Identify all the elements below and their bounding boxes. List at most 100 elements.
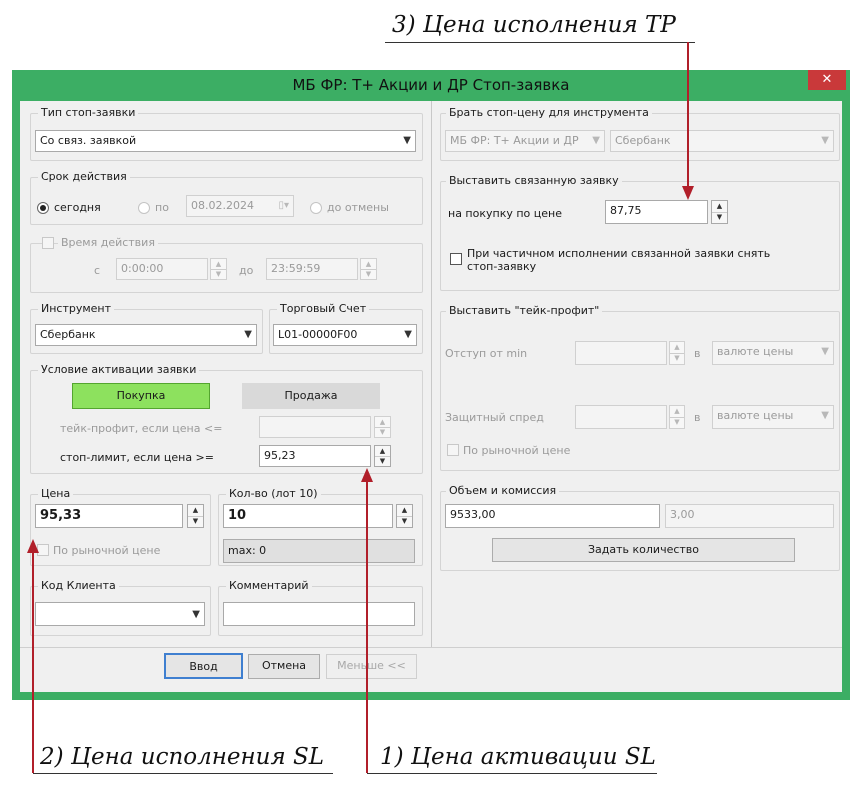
tp-offset-in-label: в [694, 347, 701, 360]
annotation-sl-activation-price: 1) Цена активации SL [380, 744, 656, 770]
chevron-down-icon: ▼ [821, 410, 829, 421]
enter-button[interactable]: Ввод [164, 653, 243, 679]
radio-until-cancel-label: до отмены [327, 201, 389, 214]
price-spinner[interactable]: ▲ ▼ [187, 504, 204, 528]
activation-label: Условие активации заявки [38, 363, 200, 376]
time-label: Время действия [58, 236, 158, 249]
annotation-sl-exec-price: 2) Цена исполнения SL [40, 744, 325, 770]
chevron-down-icon: ▼ [192, 609, 200, 620]
tp-condition-label: тейк-профит, если цена <= [60, 422, 223, 435]
radio-until-cancel[interactable] [310, 202, 322, 214]
time-to-spinner[interactable]: ▲ ▼ [360, 258, 377, 280]
radio-today[interactable] [37, 202, 49, 214]
time-to-input[interactable]: 23:59:59 [266, 258, 358, 280]
time-from-spinner[interactable]: ▲ ▼ [210, 258, 227, 280]
tp-spread-unit-value: валюте цены [717, 409, 794, 422]
time-from-input[interactable]: 0:00:00 [116, 258, 208, 280]
order-type-label: Тип стоп-заявки [38, 106, 139, 119]
account-value: L01-00000F00 [278, 328, 358, 341]
quantity-spinner[interactable]: ▲ ▼ [396, 504, 413, 528]
price-input[interactable]: 95,33 [35, 504, 183, 528]
account-select[interactable]: L01-00000F00 ▼ [273, 324, 417, 346]
chevron-down-icon: ▼ [244, 329, 252, 340]
comment-input[interactable] [223, 602, 415, 626]
tp-condition-spinner[interactable]: ▲ ▼ [374, 416, 391, 438]
group-linked-order [440, 181, 840, 291]
instrument-select[interactable]: Сбербанк ▼ [35, 324, 257, 346]
tp-spread-label: Защитный спред [445, 411, 544, 424]
linked-buy-label: на покупку по цене [448, 207, 562, 220]
date-value: 08.02.2024 [191, 199, 254, 212]
partial-cancel-label: При частичном исполнении связанной заявк… [467, 247, 771, 273]
max-quantity-button[interactable]: max: 0 [223, 539, 415, 563]
price-market-checkbox[interactable] [37, 544, 49, 556]
annotation-sl-act-underline [367, 773, 657, 774]
tp-spread-unit-select[interactable]: валюте цены ▼ [712, 405, 834, 429]
tp-market-label: По рыночной цене [463, 444, 571, 457]
instrument-label: Инструмент [38, 302, 115, 315]
account-label: Торговый Счет [277, 302, 370, 315]
close-button[interactable]: ✕ [808, 70, 846, 90]
stop-source-label: Брать стоп-цену для инструмента [446, 106, 652, 119]
quantity-input[interactable]: 10 [223, 504, 393, 528]
chevron-down-icon: ▼ [403, 135, 411, 146]
cancel-button[interactable]: Отмена [248, 654, 320, 679]
linked-price-spinner[interactable]: ▲ ▼ [711, 200, 728, 224]
tp-spread-in-label: в [694, 411, 701, 424]
sl-condition-label: стоп-лимит, если цена >= [60, 451, 214, 464]
tp-spread-spinner[interactable]: ▲ ▼ [669, 405, 685, 429]
time-from-label: с [94, 264, 101, 277]
linked-order-label: Выставить связанную заявку [446, 174, 622, 187]
radio-until-label: по [155, 201, 169, 214]
radio-until-date[interactable] [138, 202, 150, 214]
stop-source-board-value: МБ ФР: Т+ Акции и ДР [450, 134, 579, 147]
linked-price-input[interactable]: 87,75 [605, 200, 708, 224]
calendar-icon: ▯▾ [278, 200, 289, 211]
chevron-down-icon: ▼ [821, 135, 829, 146]
stop-source-board-select[interactable]: МБ ФР: Т+ Акции и ДР ▼ [445, 130, 605, 152]
take-profit-label: Выставить "тейк-профит" [446, 304, 603, 317]
client-select[interactable]: ▼ [35, 602, 205, 626]
commission-field: 3,00 [665, 504, 834, 528]
chevron-down-icon: ▼ [404, 329, 412, 340]
footer-separator [20, 647, 842, 648]
stop-source-instrument-select[interactable]: Сбербанк ▼ [610, 130, 834, 152]
stop-source-instrument-value: Сбербанк [615, 134, 671, 147]
tp-offset-unit-select[interactable]: валюте цены ▼ [712, 341, 834, 365]
comment-label: Комментарий [226, 579, 312, 592]
buy-button[interactable]: Покупка [72, 383, 210, 409]
client-label: Код Клиента [38, 579, 119, 592]
annotation-tp-underline [385, 42, 695, 43]
tp-offset-label: Отступ от min [445, 347, 528, 360]
tp-spread-input[interactable] [575, 405, 667, 429]
validity-label: Срок действия [38, 170, 130, 183]
date-picker[interactable]: 08.02.2024 ▯▾ [186, 195, 294, 217]
tp-offset-spinner[interactable]: ▲ ▼ [669, 341, 685, 365]
sl-condition-input[interactable]: 95,23 [259, 445, 371, 467]
less-button[interactable]: Меньше << [326, 654, 417, 679]
chevron-down-icon: ▼ [821, 346, 829, 357]
column-divider [431, 101, 432, 647]
tp-condition-input[interactable] [259, 416, 371, 438]
order-type-value: Со связ. заявкой [40, 134, 137, 147]
volume-amount-field: 9533,00 [445, 504, 660, 528]
title-bar[interactable]: МБ ФР: Т+ Акции и ДР Стоп-заявка [12, 70, 850, 101]
price-market-label: По рыночной цене [53, 544, 161, 557]
tp-offset-input[interactable] [575, 341, 667, 365]
sell-button[interactable]: Продажа [242, 383, 380, 409]
price-label: Цена [38, 487, 74, 500]
window-title: МБ ФР: Т+ Акции и ДР Стоп-заявка [292, 76, 570, 94]
partial-cancel-checkbox[interactable] [450, 253, 462, 265]
sl-condition-spinner[interactable]: ▲ ▼ [374, 445, 391, 467]
instrument-value: Сбербанк [40, 328, 96, 341]
tp-market-checkbox[interactable] [447, 444, 459, 456]
quantity-label: Кол-во (лот 10) [226, 487, 321, 500]
time-to-label: до [239, 264, 254, 277]
time-checkbox[interactable] [42, 237, 54, 249]
set-quantity-button[interactable]: Задать количество [492, 538, 795, 562]
order-type-select[interactable]: Со связ. заявкой ▼ [35, 130, 416, 152]
volume-label: Объем и комиссия [446, 484, 560, 497]
tp-offset-unit-value: валюте цены [717, 345, 794, 358]
radio-selected-dot [40, 205, 46, 211]
annotation-tp-price: 3) Цена исполнения TP [392, 12, 676, 38]
